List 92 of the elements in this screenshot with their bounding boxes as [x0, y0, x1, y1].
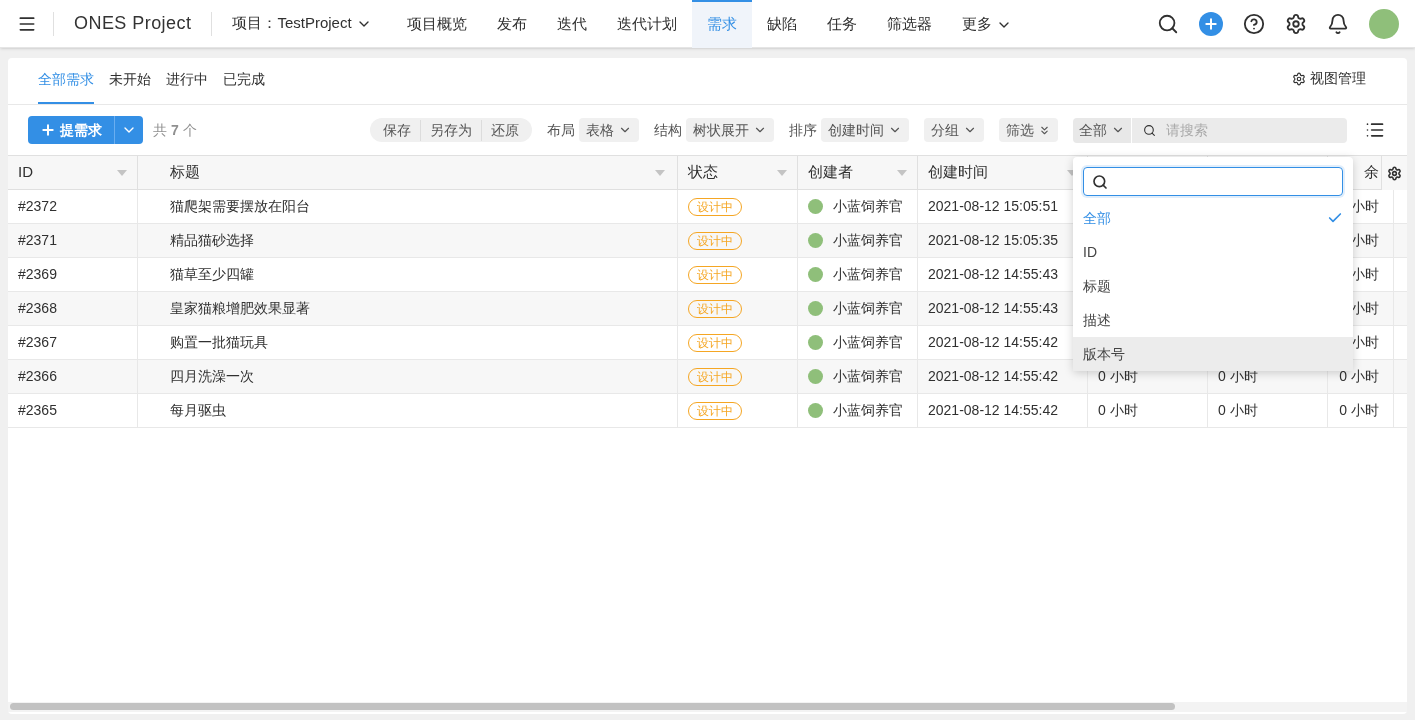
nav-tab[interactable]: 迭代计划 — [601, 0, 692, 48]
table-cell-text: 皇家猫粮增肥效果显著 — [170, 299, 310, 318]
menu-search-field[interactable] — [1083, 167, 1343, 196]
item-count: 共 7 个 — [153, 120, 197, 140]
search-icon — [1143, 123, 1156, 137]
creator-name: 小蓝饲养官 — [833, 401, 903, 420]
view-manage-button[interactable]: 视图管理 — [1292, 68, 1366, 89]
table-cell-text: #2372 — [18, 197, 57, 216]
settings-icon[interactable] — [1285, 12, 1307, 35]
creator-name: 小蓝饲养官 — [833, 367, 903, 386]
table-cell-text: 每月驱虫 — [170, 401, 226, 420]
option-select[interactable]: 表格 — [579, 118, 639, 142]
table-cell-text: 2021-08-12 14:55:42 — [928, 333, 1058, 352]
creator-name: 小蓝饲养官 — [833, 333, 903, 352]
nav-tab[interactable]: 发布 — [481, 0, 542, 48]
table-cell-text: 2021-08-12 14:55:43 — [928, 299, 1058, 318]
user-avatar — [808, 233, 823, 248]
table-cell-text: 2021-08-12 15:05:51 — [928, 197, 1058, 216]
project-selector[interactable]: 项目：TestProject — [212, 12, 392, 35]
creator-name: 小蓝饲养官 — [833, 265, 903, 284]
add-icon[interactable] — [1199, 11, 1223, 36]
table-cell-text: 购置一批猫玩具 — [170, 333, 268, 352]
user-avatar — [808, 267, 823, 282]
search-icon[interactable] — [1157, 12, 1179, 35]
view-tab[interactable]: 全部需求 — [38, 57, 94, 104]
menu-option[interactable]: 标题 — [1073, 269, 1353, 303]
user-avatar — [808, 301, 823, 316]
option-select[interactable]: 创建时间 — [821, 118, 909, 142]
view-action-button[interactable]: 还原 — [481, 119, 528, 141]
view-action-button[interactable]: 保存 — [374, 119, 420, 141]
menu-option[interactable]: ID — [1073, 235, 1353, 269]
user-avatar[interactable] — [1369, 8, 1399, 39]
filter-button[interactable]: 筛选 — [999, 118, 1058, 142]
table-cell-text: 0 小时 — [1339, 401, 1379, 420]
table-cell-text: 0 小时 — [1098, 401, 1138, 420]
table-cell-text: #2369 — [18, 265, 57, 284]
user-avatar — [808, 199, 823, 214]
table-cell-text: #2366 — [18, 367, 57, 386]
menu-option[interactable]: 版本号 — [1073, 337, 1353, 371]
nav-tab[interactable]: 缺陷 — [751, 0, 812, 48]
nav-tab[interactable]: 筛选器 — [871, 0, 947, 48]
nav-tab[interactable]: 项目概览 — [391, 0, 482, 48]
view-action-button[interactable]: 另存为 — [420, 119, 481, 141]
table-cell-text: 2021-08-12 14:55:42 — [928, 401, 1058, 420]
table-cell-text: #2365 — [18, 401, 57, 420]
table-cell-text: 猫草至少四罐 — [170, 265, 254, 284]
nav-tab[interactable]: 迭代 — [541, 0, 602, 48]
menu-option[interactable]: 全部 — [1073, 201, 1353, 235]
option-label: 布局 — [547, 120, 575, 140]
settings-icon — [1387, 165, 1402, 181]
user-avatar — [808, 369, 823, 384]
user-avatar — [808, 403, 823, 418]
list-view-icon[interactable] — [1365, 120, 1385, 140]
column-header[interactable]: 创建者 — [798, 156, 918, 189]
table-cell-text: 0 小时 — [1218, 401, 1258, 420]
horizontal-scrollbar[interactable] — [8, 702, 1407, 712]
plus-icon — [40, 122, 56, 138]
user-avatar — [808, 335, 823, 350]
column-header[interactable]: ID — [8, 156, 138, 189]
creator-name: 小蓝饲养官 — [833, 197, 903, 216]
table-cell-text: 四月洗澡一次 — [170, 367, 254, 386]
view-tab[interactable]: 进行中 — [166, 57, 208, 104]
view-tab[interactable]: 未开始 — [109, 57, 151, 104]
creator-name: 小蓝饲养官 — [833, 299, 903, 318]
gear-icon — [1292, 71, 1306, 86]
table-cell-text: 2021-08-12 14:55:42 — [928, 367, 1058, 386]
table-cell-text: #2368 — [18, 299, 57, 318]
search-icon — [1092, 174, 1108, 190]
brand-title: ONES Project — [73, 12, 193, 35]
search-scope-select[interactable]: 全部 — [1073, 117, 1131, 143]
search-field[interactable]: 请搜索 — [1132, 117, 1347, 143]
option-select[interactable]: 树状展开 — [686, 118, 774, 142]
column-header[interactable]: 标题 — [138, 156, 678, 189]
table-cell-text: #2371 — [18, 231, 57, 250]
nav-tab[interactable]: 任务 — [811, 0, 872, 48]
nav-tab[interactable]: 更多 — [946, 0, 1027, 48]
table-cell-text: 猫爬架需要摆放在阳台 — [170, 197, 310, 216]
creator-name: 小蓝饲养官 — [833, 231, 903, 250]
option-select[interactable]: 分组 — [924, 118, 984, 142]
table-cell-text: 2021-08-12 14:55:43 — [928, 265, 1058, 284]
column-settings-cell[interactable] — [1381, 156, 1407, 190]
help-icon[interactable] — [1243, 12, 1265, 35]
column-header[interactable]: 状态 — [678, 156, 798, 189]
menu-option[interactable]: 描述 — [1073, 303, 1353, 337]
option-label: 结构 — [654, 120, 682, 140]
option-label: 排序 — [789, 120, 817, 140]
table-cell-text: 2021-08-12 15:05:35 — [928, 231, 1058, 250]
notification-bell-icon[interactable] — [1327, 12, 1349, 35]
table-cell-text: 精品猫砂选择 — [170, 231, 254, 250]
view-tab[interactable]: 已完成 — [223, 57, 265, 104]
table-cell-text: #2367 — [18, 333, 57, 352]
create-dropdown-button[interactable] — [114, 116, 143, 144]
